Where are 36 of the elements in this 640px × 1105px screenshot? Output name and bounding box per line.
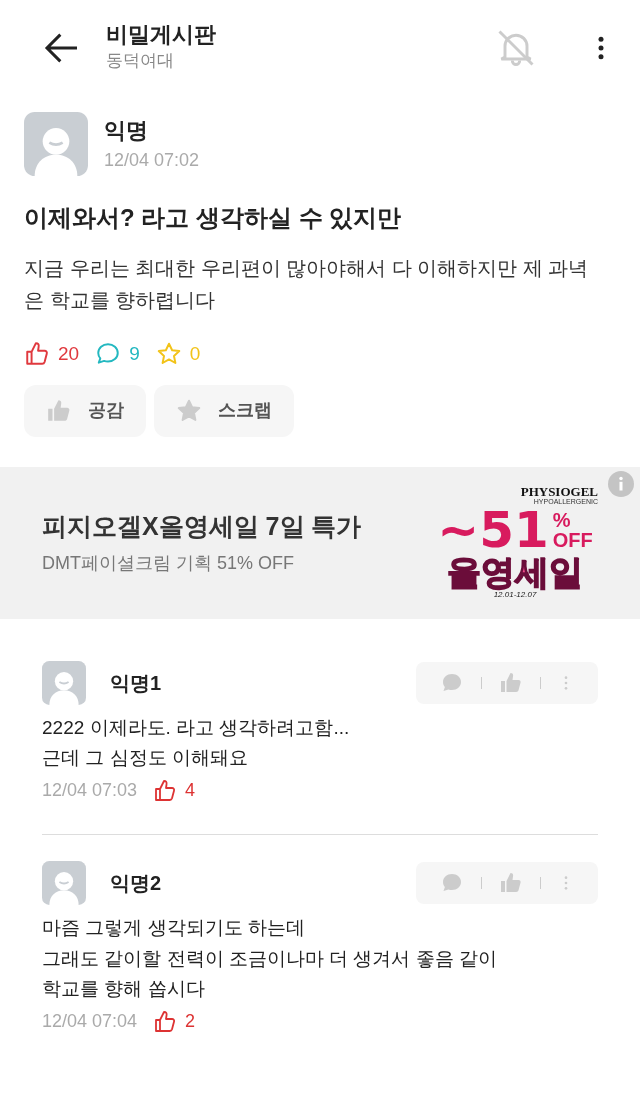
comment-count: 9	[129, 342, 140, 366]
percent-sign: %	[552, 509, 572, 530]
avatar-icon	[42, 861, 86, 906]
like-button[interactable]: 공감	[24, 384, 146, 437]
like-count: 4	[185, 779, 196, 803]
like-count: 20	[58, 342, 80, 366]
thumbs-up-icon	[46, 397, 72, 424]
avatar-icon	[42, 660, 86, 705]
off-text: OFF	[552, 529, 593, 550]
author-name: 익명	[104, 117, 149, 145]
comment-time: 12/04 07:04	[42, 1010, 138, 1034]
info-icon[interactable]	[608, 470, 634, 497]
ad-title: 피지오겔X올영세일 7일 특가	[42, 511, 363, 543]
post-body: 지금 우리는 최대한 우리편이 많아야해서 다 이해하지만 제 과녁은 학교를 향하렵니다	[24, 256, 590, 313]
scrap-button[interactable]: 스크랩	[154, 384, 294, 437]
ad-subtitle: DMT페이셜크림 기획 51% OFF	[42, 551, 295, 575]
thumbs-up-icon	[153, 1009, 178, 1034]
sale-dates: 12.01-12.07	[493, 589, 537, 601]
board-title: 비밀게시판	[106, 22, 217, 49]
comment-text: 마즘 그렇게 생각되기도 하는데 그래도 같이할 전력이 조금이나마 더 생겨서 좋음 같이 학교를 향해 쏩시다	[42, 916, 498, 1002]
comment-time: 12/04 07:03	[42, 779, 138, 803]
brand-logo: PHYSIOGEL	[520, 484, 598, 498]
comment-text: 2222 이제라도. 라고 생각하려고함... 근데 그 심정도 이해돼요	[42, 715, 351, 770]
thumbs-up-icon	[153, 778, 178, 803]
scrap-count: 0	[189, 342, 201, 366]
star-icon	[176, 397, 202, 424]
sale-title: 올영세일	[447, 554, 583, 589]
commenter-name: 익명2	[110, 871, 163, 897]
commenter-name: 익명1	[110, 670, 163, 696]
like-count: 2	[185, 1010, 196, 1034]
post-time: 12/04 07:02	[104, 149, 200, 172]
school-name: 동덕여대	[106, 50, 175, 73]
thumbs-up-icon[interactable]	[499, 670, 523, 695]
avatar-icon	[24, 112, 88, 176]
discount-text: ~51	[437, 504, 549, 555]
post-title: 이제와서? 라고 생각하실 수 있지만	[24, 203, 403, 233]
